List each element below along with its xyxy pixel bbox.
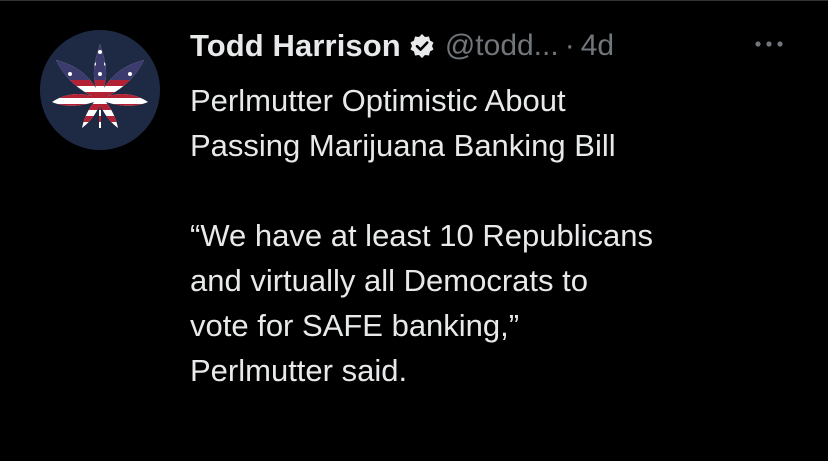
author-avatar[interactable] — [40, 30, 160, 150]
author-display-name[interactable]: Todd Harrison — [190, 28, 401, 64]
author-handle[interactable]: @todd... — [445, 29, 559, 63]
tweet-text: Perlmutter Optimistic About Passing Mari… — [190, 83, 653, 388]
tweet-card[interactable]: Todd Harrison @todd... · 4d Perlmutter O… — [0, 0, 828, 461]
verified-badge-icon — [409, 33, 435, 59]
more-options-icon[interactable] — [752, 34, 788, 54]
tweet-header: Todd Harrison @todd... · 4d — [190, 22, 810, 70]
meta-separator: · — [564, 29, 575, 62]
flag-leaf-avatar-icon — [40, 30, 160, 150]
tweet-timestamp[interactable]: 4d — [581, 29, 614, 63]
